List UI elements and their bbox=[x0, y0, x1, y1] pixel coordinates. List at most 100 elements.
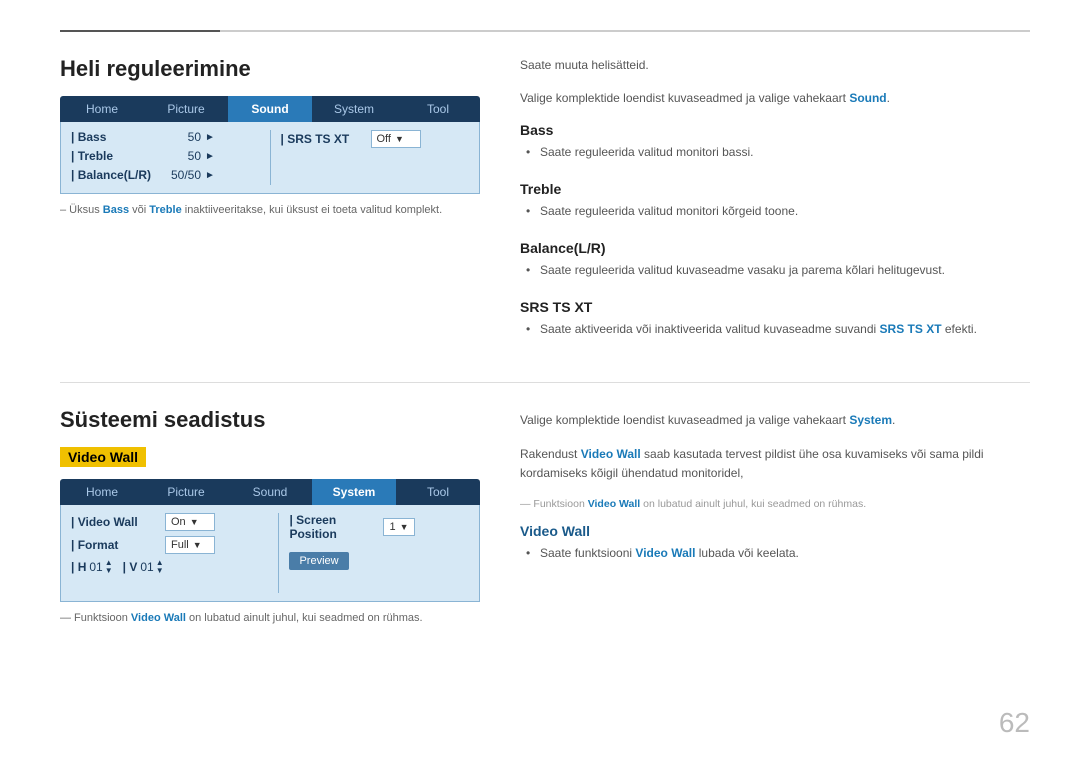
note-middle: või bbox=[129, 204, 149, 216]
s2nr-text: on lubatud ainult juhul, kui seadmed on … bbox=[640, 498, 866, 510]
note-treble-link: Treble bbox=[149, 204, 181, 216]
screenpos-dropdown[interactable]: 1 ▼ bbox=[383, 518, 414, 536]
srs-section: SRS TS XT Saate aktiveerida või inaktive… bbox=[520, 299, 1030, 338]
bass-section: Bass Saate reguleerida valitud monitori … bbox=[520, 122, 1030, 161]
h-value: 01 bbox=[89, 560, 102, 574]
vw-right-bullet: Saate funktsiooni Video Wall lubada või … bbox=[540, 544, 1030, 562]
s2nr-dash: — Funktsioon bbox=[520, 498, 588, 510]
section1-intro1: Saate muuta helisätteid. bbox=[520, 56, 1030, 75]
v-value: 01 bbox=[140, 560, 153, 574]
note2-text: on lubatud ainult juhul, kui seadmed on … bbox=[186, 612, 423, 624]
hv-row: | H 01 ▲ ▼ | V 01 bbox=[71, 559, 268, 575]
format-dropdown[interactable]: Full ▼ bbox=[165, 536, 215, 554]
menu2-system[interactable]: System bbox=[312, 479, 396, 505]
screenpos-label: | Screen Position bbox=[289, 513, 379, 541]
srs-label: | SRS TS XT bbox=[281, 132, 371, 146]
menu-picture[interactable]: Picture bbox=[144, 96, 228, 122]
menu2-picture[interactable]: Picture bbox=[144, 479, 228, 505]
menu2-home[interactable]: Home bbox=[60, 479, 144, 505]
s2i1-text: Valige komplektide loendist kuvaseadmed … bbox=[520, 413, 849, 427]
menu-tool[interactable]: Tool bbox=[396, 96, 480, 122]
section2-panel: | Video Wall On ▼ | Format Full ▼ bbox=[60, 505, 480, 602]
srs-heading: SRS TS XT bbox=[520, 299, 1030, 315]
section2-left: Süsteemi seadistus Video Wall Home Pictu… bbox=[60, 407, 480, 627]
format-dd-icon: ▼ bbox=[193, 540, 202, 550]
section2-note: — Funktsioon Video Wall on lubatud ainul… bbox=[60, 610, 480, 627]
v-down-icon[interactable]: ▼ bbox=[156, 567, 164, 575]
section2-right: Valige komplektide loendist kuvaseadmed … bbox=[520, 407, 1030, 627]
videowall-dd-icon: ▼ bbox=[190, 517, 199, 527]
h-spinner[interactable]: 01 ▲ ▼ bbox=[89, 559, 112, 575]
treble-heading: Treble bbox=[520, 181, 1030, 197]
srs-bullet: Saate aktiveerida või inaktiveerida vali… bbox=[540, 320, 1030, 338]
videowall-dropdown[interactable]: On ▼ bbox=[165, 513, 215, 531]
s2i2-text1: Rakendust bbox=[520, 447, 581, 461]
note-suffix: inaktiiveeritakse, kui üksust ei toeta v… bbox=[182, 204, 442, 216]
section1-intro2: Valige komplektide loendist kuvaseadmed … bbox=[520, 89, 1030, 108]
srs-bullet-link: SRS TS XT bbox=[880, 322, 942, 336]
videowall-label: | Video Wall bbox=[71, 515, 161, 529]
section2-title: Süsteemi seadistus bbox=[60, 407, 480, 433]
balance-section: Balance(L/R) Saate reguleerida valitud k… bbox=[520, 240, 1030, 279]
bass-bullet: Saate reguleerida valitud monitori bassi… bbox=[540, 143, 1030, 161]
srs-value: Off bbox=[377, 133, 391, 145]
bass-heading: Bass bbox=[520, 122, 1030, 138]
format-value: Full bbox=[171, 539, 189, 551]
intro2-text: Valige komplektide loendist kuvaseadmed … bbox=[520, 91, 849, 105]
panel-separator bbox=[270, 130, 271, 185]
bass-arrow[interactable]: ► bbox=[205, 132, 215, 143]
balance-arrow[interactable]: ► bbox=[205, 170, 215, 181]
v-label: | V bbox=[123, 560, 138, 574]
menu-system[interactable]: System bbox=[312, 96, 396, 122]
v-spinner[interactable]: 01 ▲ ▼ bbox=[140, 559, 163, 575]
videowall-value: On bbox=[171, 516, 186, 528]
note-prefix: – Üksus bbox=[60, 204, 103, 216]
section1-left: Heli reguleerimine Home Picture Sound Sy… bbox=[60, 56, 480, 358]
treble-bullet: Saate reguleerida valitud monitori kõrge… bbox=[540, 202, 1030, 220]
section1-title: Heli reguleerimine bbox=[60, 56, 480, 82]
note2-vw-link: Video Wall bbox=[131, 612, 186, 624]
section1-panel: | Bass 50 ► | Treble 50 ► | Balance(L/R)… bbox=[60, 122, 480, 194]
section1-note: – Üksus Bass või Treble inaktiiveeritaks… bbox=[60, 202, 480, 219]
srs-row: | SRS TS XT Off ▼ bbox=[281, 130, 470, 148]
h-label: | H bbox=[71, 560, 86, 574]
srs-dropdown[interactable]: Off ▼ bbox=[371, 130, 421, 148]
vw-right-section: Video Wall Saate funktsiooni Video Wall … bbox=[520, 523, 1030, 562]
h-spinner-arrows[interactable]: ▲ ▼ bbox=[105, 559, 113, 575]
menu-sound[interactable]: Sound bbox=[228, 96, 312, 122]
s2nr-link: Video Wall bbox=[588, 498, 641, 510]
srs-dd-arrow-icon: ▼ bbox=[395, 134, 404, 144]
menu2-tool[interactable]: Tool bbox=[396, 479, 480, 505]
preview-button[interactable]: Preview bbox=[289, 552, 348, 570]
section2-note-right: — Funktsioon Video Wall on lubatud ainul… bbox=[520, 497, 1030, 513]
h-down-icon[interactable]: ▼ bbox=[105, 567, 113, 575]
section2-intro2: Rakendust Video Wall saab kasutada terve… bbox=[520, 445, 1030, 483]
treble-row: | Treble 50 ► bbox=[71, 149, 260, 163]
panel2-right: | Screen Position 1 ▼ Preview bbox=[289, 513, 469, 593]
intro2-period: . bbox=[887, 91, 890, 105]
treble-arrow[interactable]: ► bbox=[205, 151, 215, 162]
page-container: Heli reguleerimine Home Picture Sound Sy… bbox=[0, 0, 1080, 763]
section2-intro1: Valige komplektide loendist kuvaseadmed … bbox=[520, 411, 1030, 430]
treble-section: Treble Saate reguleerida valitud monitor… bbox=[520, 181, 1030, 220]
panel-right: | SRS TS XT Off ▼ bbox=[281, 130, 470, 185]
format-label: | Format bbox=[71, 538, 161, 552]
bass-value: 50 bbox=[161, 130, 201, 144]
s2i1-period: . bbox=[892, 413, 895, 427]
note-bass-link: Bass bbox=[103, 204, 129, 216]
section1-right: Saate muuta helisätteid. Valige komplekt… bbox=[520, 56, 1030, 358]
treble-label: | Treble bbox=[71, 149, 161, 163]
panel2-separator bbox=[278, 513, 279, 593]
s2i2-link1: Video Wall bbox=[581, 447, 641, 461]
section-divider bbox=[60, 382, 1030, 383]
balance-row: | Balance(L/R) 50/50 ► bbox=[71, 168, 260, 182]
balance-label: | Balance(L/R) bbox=[71, 168, 161, 182]
vw-right-bullet-link: Video Wall bbox=[635, 546, 695, 560]
preview-row: Preview bbox=[289, 551, 469, 570]
balance-bullet: Saate reguleerida valitud kuvaseadme vas… bbox=[540, 261, 1030, 279]
menu-home[interactable]: Home bbox=[60, 96, 144, 122]
section1-menu: Home Picture Sound System Tool bbox=[60, 96, 480, 122]
menu2-sound[interactable]: Sound bbox=[228, 479, 312, 505]
intro2-link: Sound bbox=[849, 91, 886, 105]
v-spinner-arrows[interactable]: ▲ ▼ bbox=[156, 559, 164, 575]
